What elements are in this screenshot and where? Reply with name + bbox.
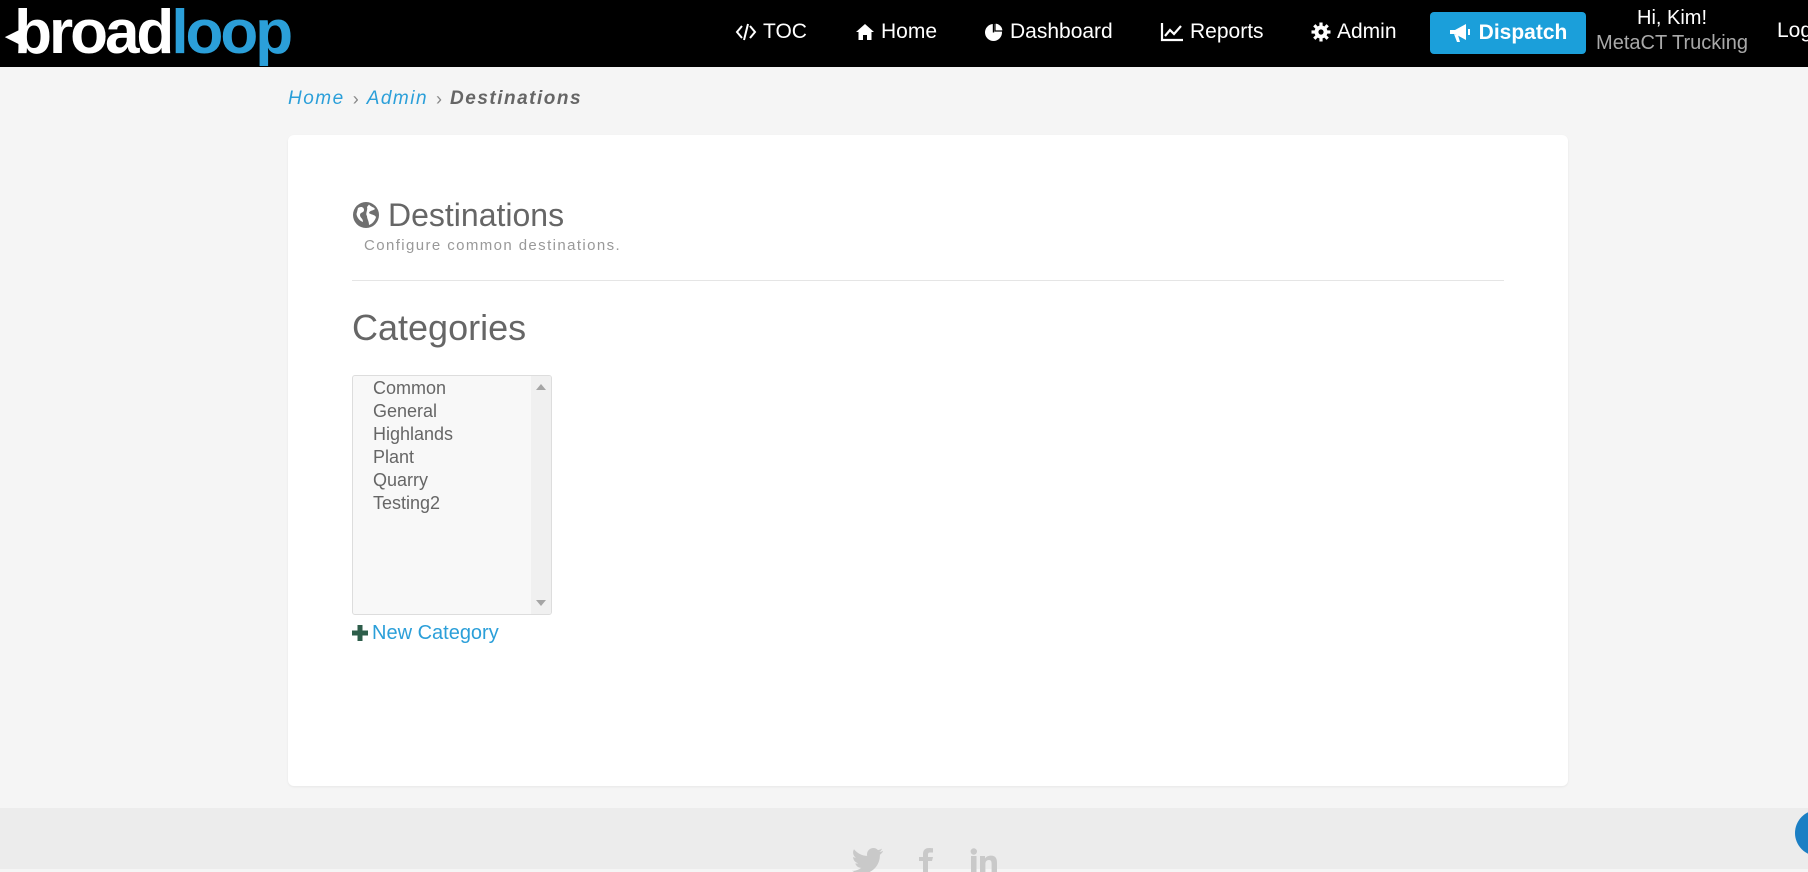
dispatch-button[interactable]: Dispatch [1430, 12, 1586, 54]
breadcrumb-current: Destinations [450, 88, 583, 109]
nav-toc[interactable]: TOC [735, 19, 807, 45]
header-divider [352, 280, 1504, 281]
globe-icon [353, 202, 379, 228]
top-navbar: ◂ broad loop TOC Home Dashboard Reports [0, 0, 1808, 67]
page-title: Destinations [388, 197, 565, 233]
scroll-up-arrow-icon[interactable] [536, 384, 546, 390]
line-chart-icon [1160, 23, 1183, 42]
destinations-card: Destinations Configure common destinatio… [288, 135, 1568, 786]
facebook-icon[interactable] [917, 848, 935, 872]
twitter-icon[interactable] [852, 848, 884, 872]
categories-listbox[interactable]: Common General Highlands Plant Quarry Te… [352, 375, 552, 615]
dispatch-label: Dispatch [1478, 21, 1568, 44]
pie-chart-icon [985, 22, 1004, 41]
category-option[interactable]: Plant [373, 446, 453, 469]
footer [0, 808, 1808, 872]
new-category-link[interactable]: New Category [352, 620, 499, 646]
gear-icon [1311, 22, 1331, 42]
nav-admin[interactable]: Admin [1311, 19, 1397, 45]
code-icon [735, 23, 757, 41]
page-subtitle: Configure common destinations. [364, 237, 622, 254]
breadcrumb-home[interactable]: Home [288, 88, 345, 110]
bullhorn-icon [1449, 24, 1470, 42]
page-header: Destinations Configure common destinatio… [352, 197, 620, 254]
broadloop-logo[interactable]: ◂ broad loop [6, 0, 293, 67]
nav-home[interactable]: Home [855, 19, 937, 45]
nav-reports[interactable]: Reports [1160, 19, 1264, 45]
user-menu[interactable]: Hi, Kim! MetaCT Trucking [1592, 6, 1752, 56]
breadcrumb-admin[interactable]: Admin [367, 88, 428, 110]
new-category-label: New Category [372, 621, 499, 644]
nav-reports-label: Reports [1190, 20, 1264, 43]
nav-admin-label: Admin [1337, 20, 1397, 43]
scroll-down-arrow-icon[interactable] [536, 600, 546, 606]
plus-icon [352, 625, 368, 641]
linkedin-icon[interactable] [970, 848, 1004, 872]
categories-list: Common General Highlands Plant Quarry Te… [373, 377, 453, 515]
category-option[interactable]: General [373, 400, 453, 423]
home-icon [856, 24, 874, 40]
nav-dashboard[interactable]: Dashboard [984, 19, 1113, 45]
user-company: MetaCT Trucking [1596, 32, 1748, 54]
category-option[interactable]: Quarry [373, 469, 453, 492]
listbox-scrollbar[interactable] [531, 376, 551, 614]
category-option[interactable]: Common [373, 377, 453, 400]
logo-text-broad: broad [14, 0, 174, 67]
logo-text-loop: loop [171, 0, 293, 67]
nav-home-label: Home [881, 20, 938, 43]
logout-link[interactable]: Log [1777, 19, 1808, 43]
breadcrumb-separator: › [352, 88, 359, 109]
breadcrumb-separator: › [436, 88, 443, 109]
breadcrumb: Home › Admin › Destinations [288, 86, 582, 112]
category-option[interactable]: Highlands [373, 423, 453, 446]
categories-heading: Categories [352, 307, 527, 348]
user-greeting: Hi, Kim! [1637, 7, 1707, 29]
category-option[interactable]: Testing2 [373, 492, 453, 515]
logo-arrow-icon: ◂ [6, 16, 23, 54]
nav-toc-label: TOC [763, 20, 807, 43]
nav-dashboard-label: Dashboard [1010, 20, 1113, 43]
